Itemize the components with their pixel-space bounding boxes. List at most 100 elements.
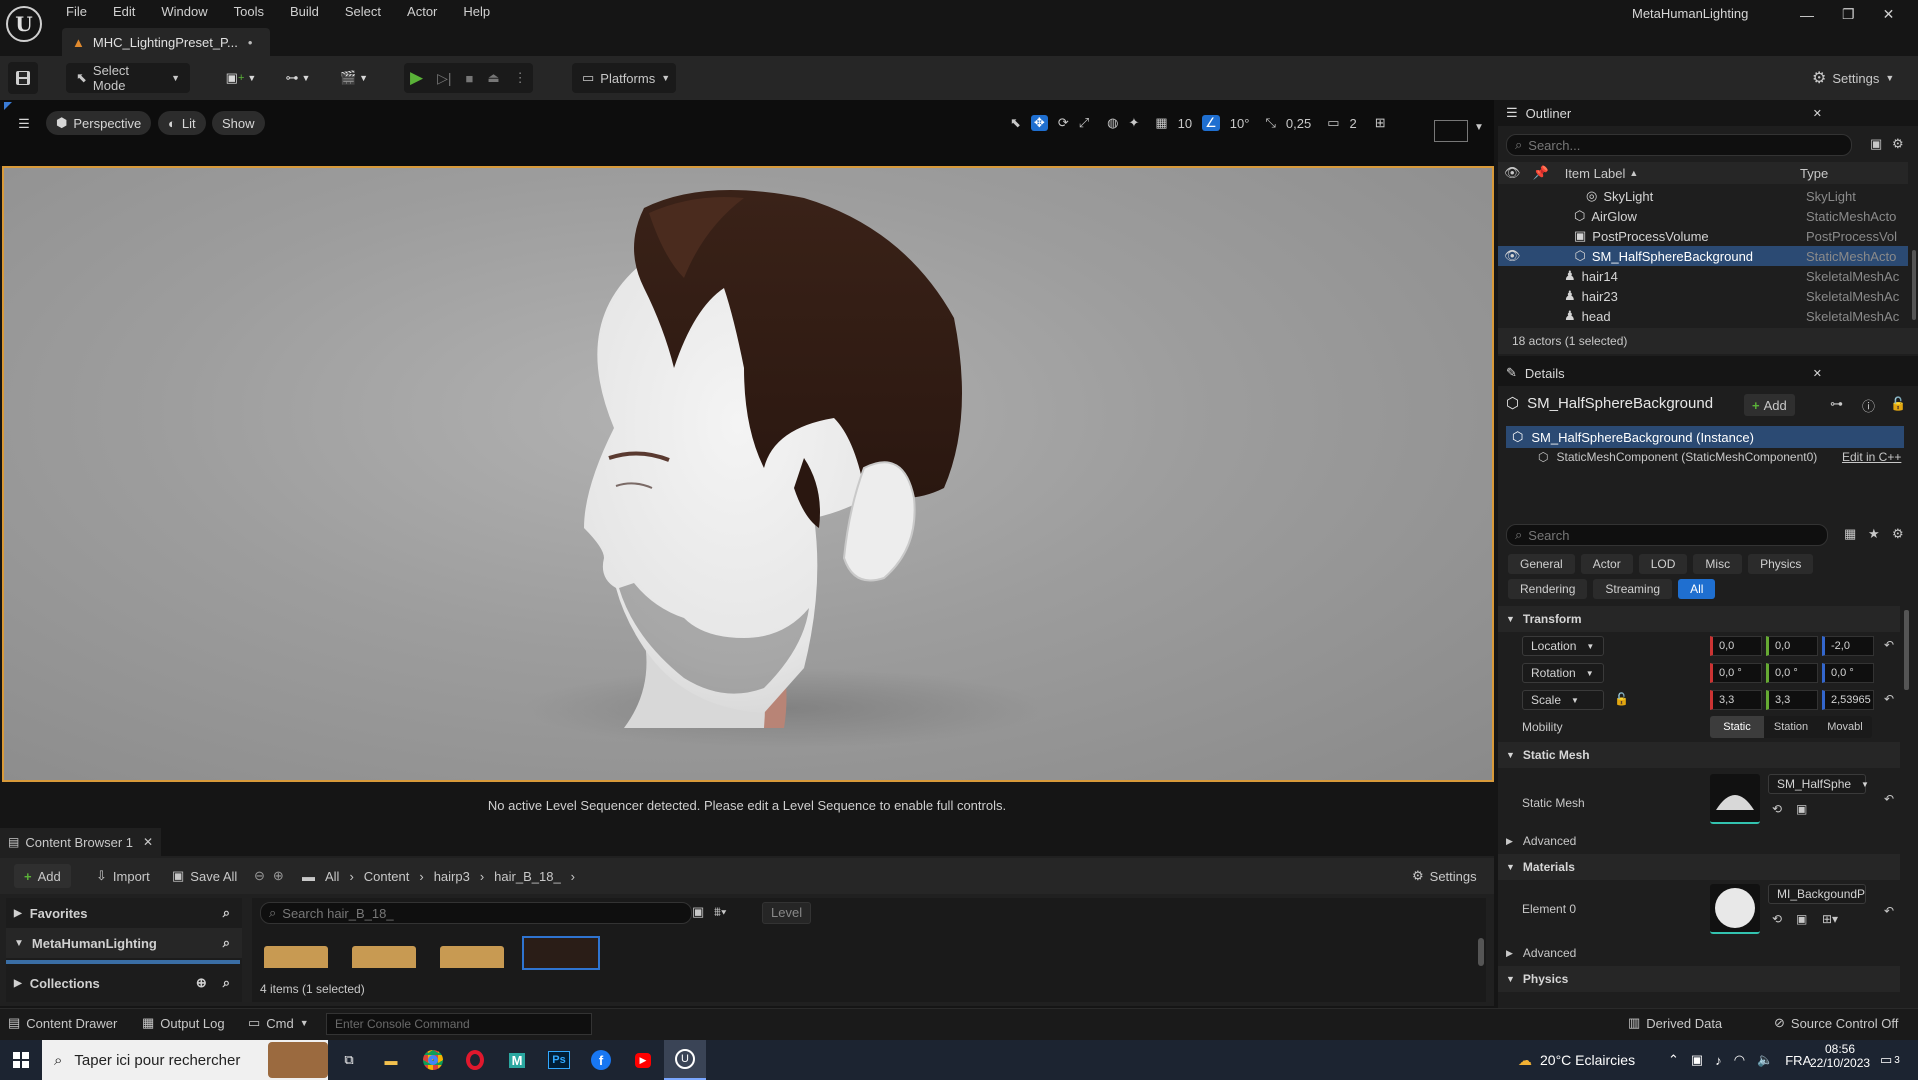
menu-select[interactable]: Select: [343, 2, 393, 22]
taskbar-search[interactable]: ⌕ Taper ici pour rechercher: [42, 1040, 328, 1080]
rotate-icon[interactable]: ⟳: [1058, 115, 1069, 131]
location-dropdown[interactable]: Location ▼: [1522, 636, 1604, 656]
lit-button[interactable]: ◐ Lit: [158, 111, 206, 135]
back-icon[interactable]: ⊖: [254, 868, 265, 884]
scale-snap-value[interactable]: 0,25: [1286, 116, 1311, 131]
outliner-row-halfsphere[interactable]: 👁 ⬡ SM_HalfSphereBackground StaticMeshAc…: [1498, 246, 1908, 266]
camera-speed-icon[interactable]: ▭: [1327, 115, 1339, 131]
physics-section[interactable]: ▼ Physics: [1498, 966, 1900, 992]
save-search-icon[interactable]: ▣: [692, 904, 704, 920]
tray-chevron-up-icon[interactable]: ⌃: [1668, 1052, 1679, 1068]
menu-edit[interactable]: Edit: [111, 2, 147, 22]
translate-icon[interactable]: ✥: [1030, 115, 1048, 131]
play-icon[interactable]: ▶: [410, 68, 423, 88]
material-thumbnail[interactable]: [1710, 884, 1760, 934]
gear-icon[interactable]: ⚙: [1892, 526, 1904, 542]
filter-all[interactable]: All: [1678, 579, 1716, 599]
facebook-icon[interactable]: f: [580, 1040, 622, 1080]
breadcrumb-content[interactable]: Content: [364, 869, 410, 884]
scale-y[interactable]: 3,3: [1766, 690, 1818, 710]
save-all-button[interactable]: ▣ Save All: [172, 864, 237, 888]
volume-icon[interactable]: 🔈: [1757, 1052, 1773, 1068]
outliner-row-skylight[interactable]: ◎ SkyLight SkyLight: [1498, 186, 1908, 206]
surface-snap-icon[interactable]: ✦: [1128, 115, 1139, 131]
camera-speed-value[interactable]: 2: [1349, 116, 1356, 131]
tray-app-icon[interactable]: ▣: [1691, 1052, 1703, 1068]
breadcrumb-all[interactable]: All: [325, 869, 339, 884]
viewport-layout-icon[interactable]: [1434, 120, 1468, 142]
content-drawer-button[interactable]: ▤ Content Drawer: [8, 1015, 117, 1031]
derived-data-button[interactable]: ▥ Derived Data: [1628, 1015, 1722, 1031]
play-options-icon[interactable]: ⋮: [514, 70, 527, 86]
menu-help[interactable]: Help: [461, 2, 502, 22]
mobility-static[interactable]: Static: [1710, 716, 1764, 738]
scale-x[interactable]: 3,3: [1710, 690, 1762, 710]
menu-window[interactable]: Window: [159, 2, 219, 22]
wifi-icon[interactable]: ◠: [1734, 1052, 1745, 1068]
cinematics-icon[interactable]: 🎬 ▼: [334, 62, 374, 94]
add-actor-icon[interactable]: ▣ + ▼: [222, 62, 260, 94]
scale-snap-icon[interactable]: ⤡: [1265, 115, 1275, 131]
static-mesh-section[interactable]: ▼ Static Mesh: [1498, 742, 1900, 768]
rotation-dropdown[interactable]: Rotation ▼: [1522, 663, 1604, 683]
details-search-input[interactable]: ⌕ Search: [1506, 524, 1828, 546]
location-z[interactable]: -2,0: [1822, 636, 1874, 656]
opera-icon[interactable]: [454, 1040, 496, 1080]
menu-build[interactable]: Build: [288, 2, 331, 22]
layout-icon[interactable]: ⊞: [1375, 115, 1386, 131]
blueprint-icon[interactable]: ⊶ ▼: [278, 62, 318, 94]
folder-tile[interactable]: [440, 946, 504, 968]
eject-icon[interactable]: ⏏: [487, 70, 499, 86]
task-view-icon[interactable]: ⧉: [328, 1040, 370, 1080]
close-icon[interactable]: ✕: [1883, 6, 1895, 23]
youtube-icon[interactable]: ▶: [622, 1040, 664, 1080]
weather-widget[interactable]: ☁ 20°C Eclaircies: [1518, 1040, 1635, 1080]
maya-icon[interactable]: M: [496, 1040, 538, 1080]
minimize-icon[interactable]: —: [1800, 7, 1814, 23]
grid-snap-value[interactable]: 10: [1178, 116, 1192, 131]
filter-streaming[interactable]: Streaming: [1593, 579, 1673, 599]
step-icon[interactable]: ▷|: [437, 70, 451, 87]
visibility-icon[interactable]: 👁: [1504, 248, 1521, 264]
component-row[interactable]: ⬡ StaticMeshComponent (StaticMeshCompone…: [1538, 450, 1817, 464]
asset-scrollbar[interactable]: [1478, 938, 1484, 966]
filter-icon[interactable]: ⩩▾: [714, 904, 726, 920]
folder-tile[interactable]: [352, 946, 416, 968]
instance-row[interactable]: ⬡ SM_HalfSphereBackground (Instance): [1506, 426, 1904, 448]
source-control-button[interactable]: ⊘ Source Control Off: [1774, 1015, 1898, 1031]
forward-icon[interactable]: ⊕: [273, 868, 284, 884]
outliner-row-hair14[interactable]: ♟ hair14 SkeletalMeshAc: [1498, 266, 1908, 286]
project-scrollbar[interactable]: [6, 960, 240, 964]
table-view-icon[interactable]: ▦: [1844, 526, 1856, 542]
lock-icon[interactable]: 🔓: [1890, 396, 1906, 412]
edit-in-cpp-link[interactable]: Edit in C++: [1842, 450, 1901, 464]
folder-tile[interactable]: [264, 946, 328, 968]
help-icon[interactable]: ⓘ: [1862, 396, 1875, 415]
lock-ratio-icon[interactable]: 🔓: [1614, 692, 1629, 706]
filter-rendering[interactable]: Rendering: [1508, 579, 1588, 599]
grid-snap-icon[interactable]: ▦: [1155, 115, 1167, 131]
platforms-dropdown[interactable]: ▭ Platforms ▼: [572, 63, 676, 93]
collections-section[interactable]: ▶ Collections ⊕ ⌕: [6, 968, 242, 998]
outliner-row-head[interactable]: ♟ head SkeletalMeshAc: [1498, 306, 1908, 326]
rotation-y[interactable]: 0,0 °: [1766, 663, 1818, 683]
cb-settings-button[interactable]: ⚙ Settings: [1412, 864, 1477, 888]
close-icon[interactable]: ✕: [143, 835, 153, 849]
search-icon[interactable]: ⌕: [223, 905, 230, 921]
material-picker[interactable]: MI_BackgoundPlane: [1768, 884, 1866, 904]
language-indicator[interactable]: FRA: [1785, 1053, 1811, 1068]
content-browser-tab[interactable]: ▤ Content Browser 1 ✕: [0, 828, 162, 856]
stop-icon[interactable]: ■: [465, 71, 473, 86]
save-icon[interactable]: [8, 62, 38, 94]
mobility-stationary[interactable]: Station: [1764, 716, 1818, 738]
mobility-movable[interactable]: Movabl: [1818, 716, 1872, 738]
breadcrumb-hairp3[interactable]: hairp3: [434, 869, 470, 884]
settings-dropdown[interactable]: ⚙ Settings ▼: [1812, 68, 1894, 88]
reset-icon[interactable]: ↶: [1884, 904, 1894, 918]
file-explorer-icon[interactable]: ▬: [370, 1040, 412, 1080]
output-log-button[interactable]: ▦ Output Log: [142, 1015, 225, 1031]
clock[interactable]: 08:56 22/10/2023: [1810, 1042, 1870, 1070]
add-folder-icon[interactable]: ▣: [1870, 136, 1882, 152]
filter-physics[interactable]: Physics: [1748, 554, 1814, 574]
world-icon[interactable]: ◍: [1107, 115, 1118, 131]
